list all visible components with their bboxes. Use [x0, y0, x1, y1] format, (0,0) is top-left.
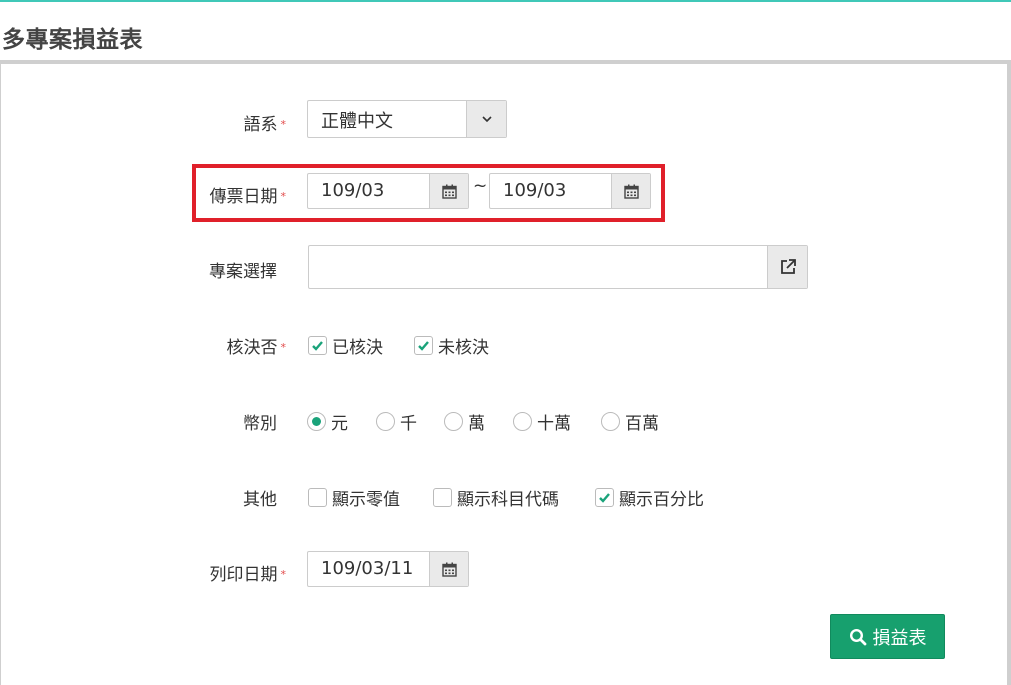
other-option-show-account-code[interactable]: 顯示科目代碼 [433, 485, 559, 510]
approval-option-approved[interactable]: 已核決 [308, 333, 383, 358]
required-marker: * [280, 118, 287, 131]
form-panel [0, 60, 1011, 685]
other-option-show-percentage[interactable]: 顯示百分比 [595, 485, 704, 510]
required-marker: * [280, 190, 287, 203]
currency-option-hundred-thousand[interactable]: 十萬 [513, 409, 571, 434]
checkbox-checked[interactable] [414, 336, 433, 355]
radio-unselected[interactable] [601, 412, 620, 431]
profit-loss-report-button[interactable]: 損益表 [830, 614, 945, 659]
print-date-calendar-button[interactable] [429, 552, 468, 586]
calendar-icon [441, 184, 457, 199]
external-link-icon [780, 259, 796, 274]
project-input[interactable] [308, 245, 808, 289]
currency-label: 幣別 [243, 414, 277, 434]
checkbox-checked[interactable] [308, 336, 327, 355]
project-open-dialog-button[interactable] [767, 246, 807, 288]
radio-unselected[interactable] [513, 412, 532, 431]
other-label: 其他 [243, 490, 277, 510]
radio-selected[interactable] [307, 412, 326, 431]
voucher-date-label: 傳票日期 * [209, 187, 287, 207]
print-date-label: 列印日期 * [209, 565, 287, 585]
currency-option-thousand[interactable]: 千 [376, 409, 417, 434]
currency-option-million[interactable]: 百萬 [601, 409, 659, 434]
page-title: 多專案損益表 [2, 27, 143, 53]
radio-unselected[interactable] [444, 412, 463, 431]
currency-option-ten-thousand[interactable]: 萬 [444, 409, 485, 434]
language-select[interactable]: 正體中文 [307, 100, 507, 138]
check-icon [599, 493, 610, 503]
project-label: 專案選擇 [209, 262, 277, 282]
check-icon [418, 341, 429, 351]
language-select-value: 正體中文 [321, 111, 393, 132]
calendar-icon [623, 184, 639, 199]
checkbox-unchecked[interactable] [308, 488, 327, 507]
required-marker: * [280, 568, 287, 581]
language-label: 語系 * [243, 115, 287, 135]
voucher-date-to-input[interactable]: 109/03 [489, 173, 651, 209]
language-dropdown-button[interactable] [466, 101, 506, 137]
date-range-separator: ~ [473, 176, 488, 196]
chevron-down-icon [481, 116, 492, 123]
voucher-date-from-input[interactable]: 109/03 [307, 173, 469, 209]
voucher-date-to-calendar-button[interactable] [611, 174, 650, 208]
top-accent-line [0, 0, 1011, 2]
checkbox-unchecked[interactable] [433, 488, 452, 507]
other-option-show-zero[interactable]: 顯示零值 [308, 485, 400, 510]
print-date-input[interactable]: 109/03/11 [307, 551, 469, 587]
radio-unselected[interactable] [376, 412, 395, 431]
required-marker: * [280, 341, 287, 354]
approval-label: 核決否 * [226, 338, 287, 358]
approval-option-unapproved[interactable]: 未核決 [414, 333, 489, 358]
checkbox-checked[interactable] [595, 488, 614, 507]
calendar-icon [441, 562, 457, 577]
search-icon [849, 628, 866, 645]
currency-option-yuan[interactable]: 元 [307, 409, 348, 434]
submit-label: 損益表 [872, 627, 927, 649]
check-icon [312, 341, 323, 351]
voucher-date-from-calendar-button[interactable] [429, 174, 468, 208]
